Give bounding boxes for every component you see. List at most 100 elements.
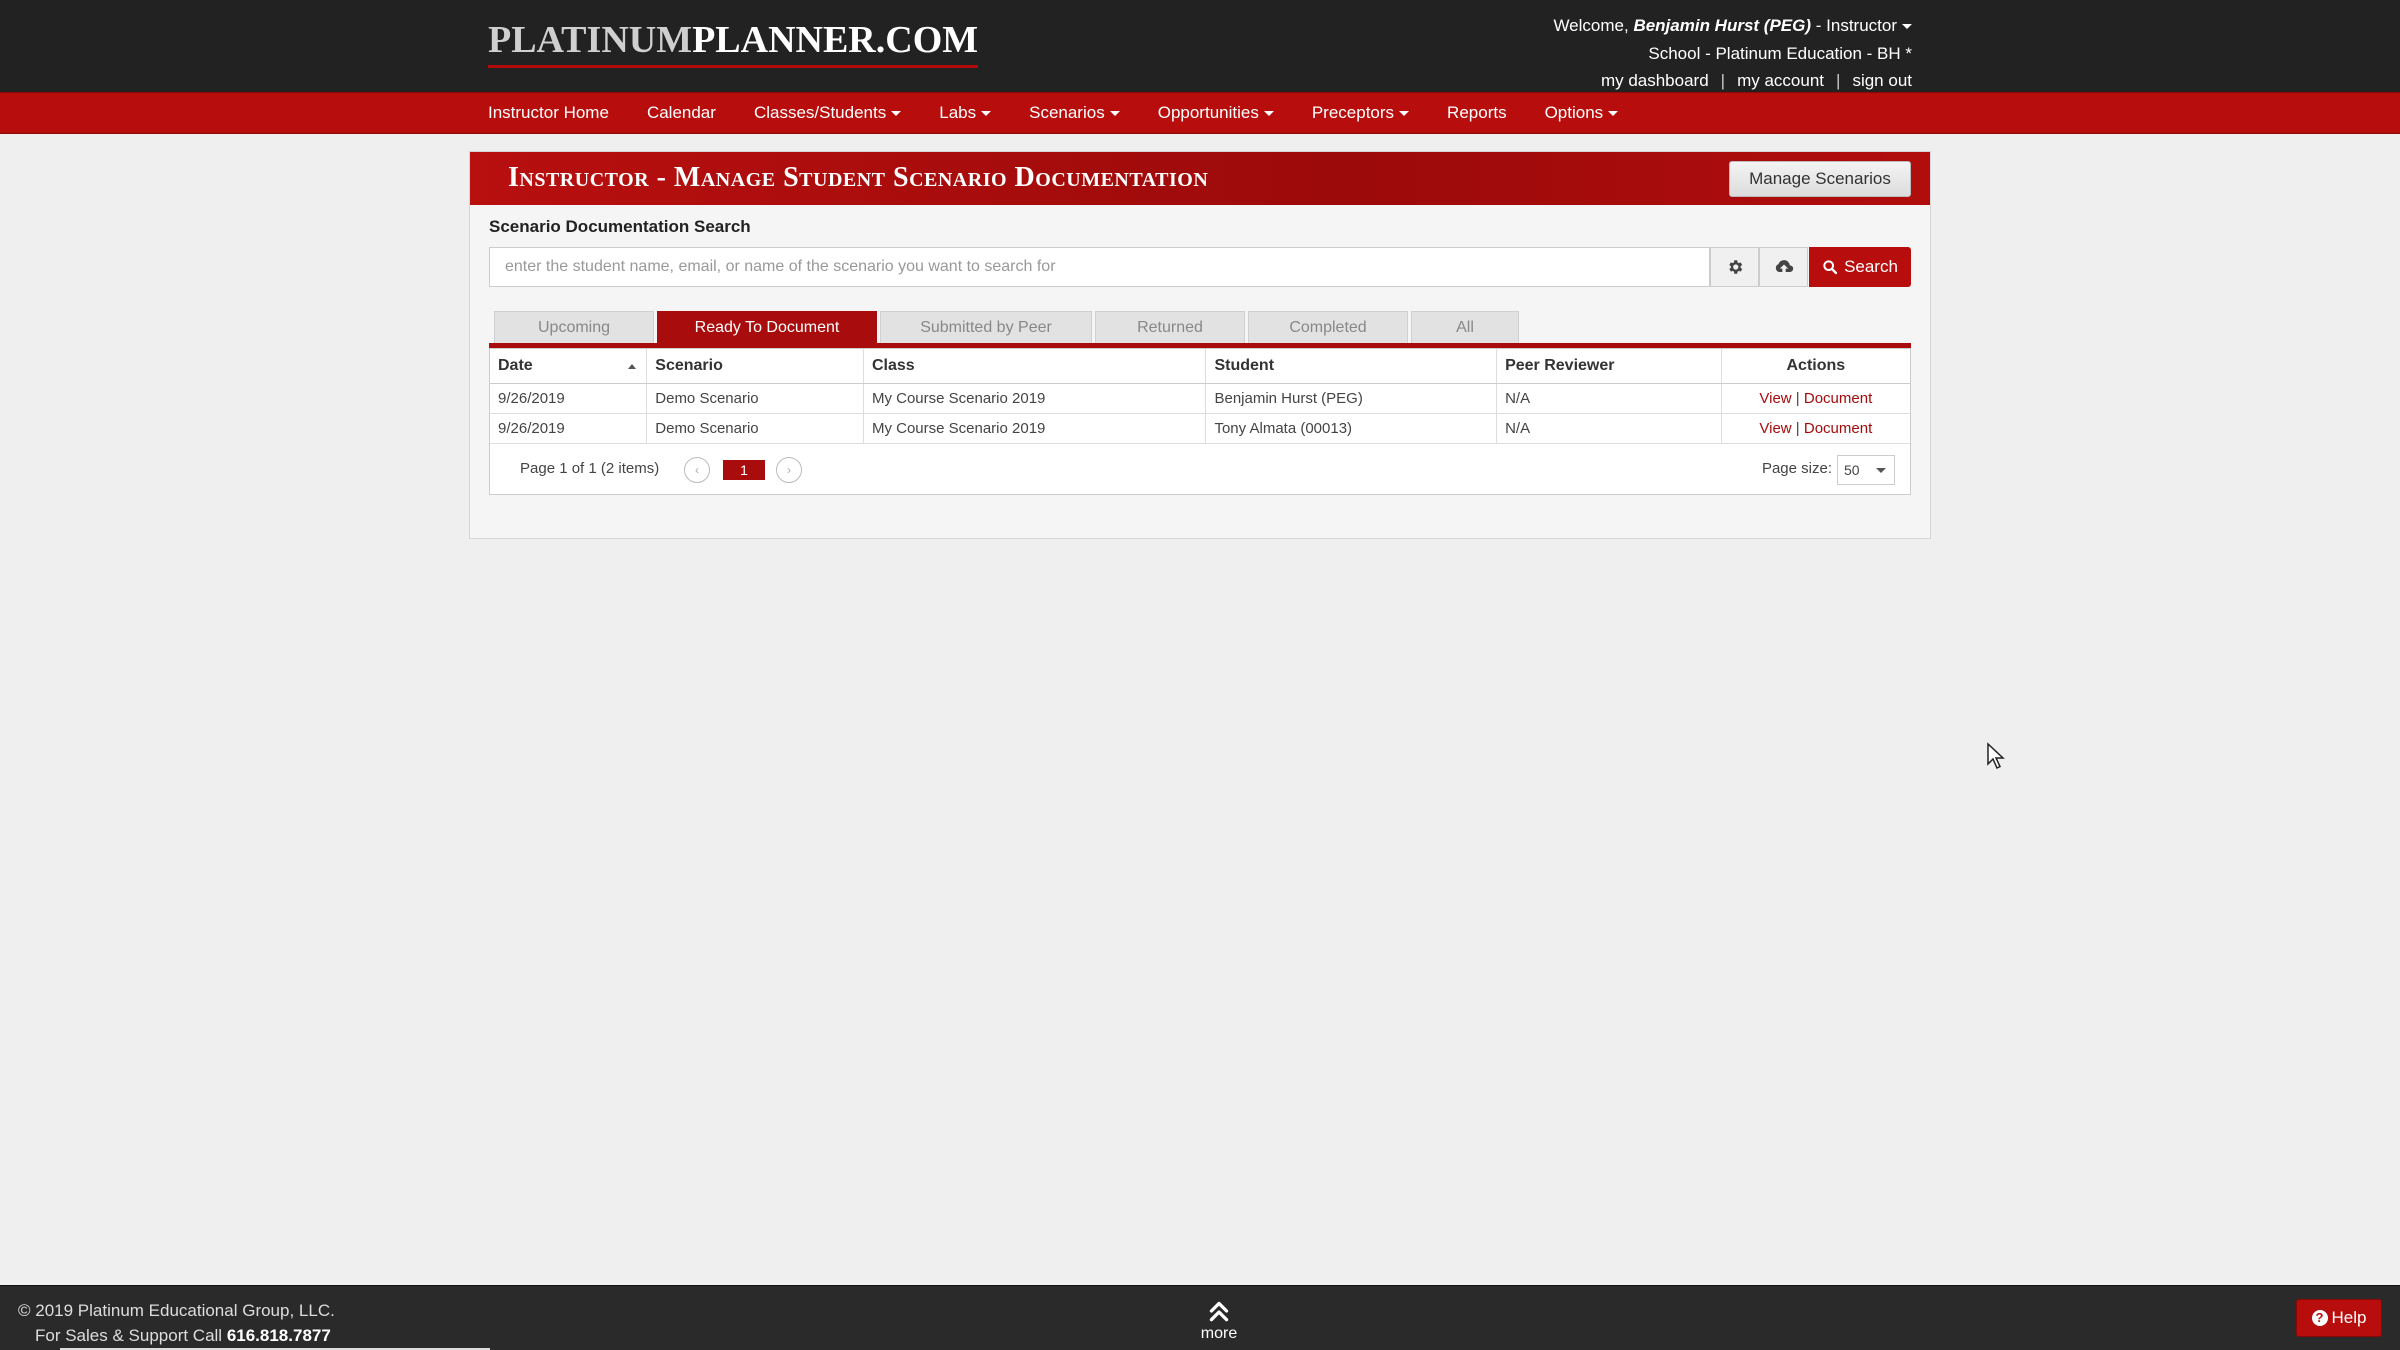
nav-preceptors[interactable]: Preceptors (1293, 93, 1428, 133)
documentation-table: Date Scenario Class Student Peer Reviewe… (490, 349, 1910, 444)
more-label: more (1200, 1325, 1238, 1342)
column-header-date[interactable]: Date (490, 349, 648, 384)
cell-date: 9/26/2019 (490, 413, 648, 444)
current-page-button[interactable]: 1 (723, 460, 765, 480)
logo-text-left: PLATINUM (488, 19, 693, 61)
page-size-label: Page size: (1761, 460, 1832, 477)
footer: © 2019 Platinum Educational Group, LLC. … (0, 1285, 2400, 1350)
cell-actions: View | Document (1721, 383, 1910, 414)
school-name: School - Platinum Education - BH * (1648, 43, 1912, 63)
tab-all[interactable]: All (1411, 311, 1519, 343)
nav-opportunities[interactable]: Opportunities (1139, 93, 1293, 133)
table-row: 9/26/2019 Demo Scenario My Course Scenar… (490, 413, 1910, 444)
view-link[interactable]: View (1759, 390, 1791, 407)
chevron-down-icon (981, 111, 992, 117)
help-label: Help (2331, 1308, 2367, 1327)
pager: Page 1 of 1 (2 items) ‹ 1 › Page size: 5… (490, 445, 1910, 495)
chevron-down-icon (1263, 111, 1274, 117)
main-nav: Instructor Home Calendar Classes/Student… (0, 92, 2400, 134)
search-button-label: Search (1844, 257, 1898, 276)
my-dashboard-link[interactable]: my dashboard (1601, 71, 1709, 90)
top-header: PLATINUMPLANNER.COM Welcome, Benjamin Hu… (0, 0, 2400, 92)
next-page-button[interactable]: › (776, 457, 802, 483)
logo-text-right: PLANNER.COM (692, 19, 979, 61)
nav-classes-students[interactable]: Classes/Students (735, 93, 920, 133)
tab-upcoming[interactable]: Upcoming (494, 311, 654, 343)
nav-instructor-home[interactable]: Instructor Home (469, 93, 628, 133)
sign-out-link[interactable]: sign out (1852, 71, 1912, 90)
action-separator: | (1791, 389, 1804, 407)
column-header-class[interactable]: Class (863, 349, 1207, 384)
document-link[interactable]: Document (1804, 420, 1872, 437)
column-header-scenario[interactable]: Scenario (646, 349, 864, 384)
search-input[interactable]: enter the student name, email, or name o… (489, 247, 1710, 287)
cell-class: My Course Scenario 2019 (863, 383, 1207, 414)
page-size-select[interactable]: 50 (1837, 455, 1895, 485)
question-circle-icon: ? (2311, 1310, 2328, 1326)
settings-button[interactable] (1710, 247, 1759, 287)
chevron-down-icon (891, 111, 902, 117)
user-links: my dashboard | my account | sign out (1553, 67, 1912, 95)
status-tabs: Upcoming Ready To Document Submitted by … (494, 311, 1519, 343)
more-button[interactable]: more (1178, 1298, 1260, 1343)
column-header-peer-reviewer[interactable]: Peer Reviewer (1496, 349, 1722, 384)
nav-labs[interactable]: Labs (920, 93, 1010, 133)
mouse-cursor-icon (1987, 742, 2005, 770)
site-logo[interactable]: PLATINUMPLANNER.COM (488, 18, 979, 68)
chevron-down-icon (1902, 24, 1912, 30)
manage-scenarios-button[interactable]: Manage Scenarios (1729, 161, 1911, 197)
double-chevron-up-icon (1209, 1301, 1229, 1322)
cell-date: 9/26/2019 (490, 383, 648, 414)
chevron-left-icon: ‹ (695, 463, 699, 477)
cell-peer-reviewer: N/A (1496, 383, 1722, 414)
link-separator: | (1836, 71, 1841, 90)
support-line: For Sales & Support Call 616.818.7877 (35, 1326, 331, 1345)
search-label: Scenario Documentation Search (489, 217, 751, 236)
user-name: Benjamin Hurst (PEG) (1633, 16, 1812, 35)
chevron-down-icon (1876, 468, 1886, 473)
nav-options[interactable]: Options (1526, 93, 1638, 133)
cell-student: Benjamin Hurst (PEG) (1205, 383, 1498, 414)
gear-icon (1728, 260, 1742, 274)
view-link[interactable]: View (1759, 420, 1791, 437)
link-separator: | (1720, 71, 1726, 90)
support-phone[interactable]: 616.818.7877 (227, 1326, 331, 1345)
tab-completed[interactable]: Completed (1248, 311, 1408, 343)
welcome-prefix: Welcome, (1553, 16, 1634, 35)
cell-class: My Course Scenario 2019 (863, 413, 1207, 444)
nav-scenarios[interactable]: Scenarios (1010, 93, 1139, 133)
table-header-row: Date Scenario Class Student Peer Reviewe… (490, 349, 1910, 384)
prev-page-button[interactable]: ‹ (684, 457, 710, 483)
column-header-actions: Actions (1721, 349, 1910, 384)
export-button[interactable] (1759, 247, 1808, 287)
cell-peer-reviewer: N/A (1496, 413, 1722, 444)
pager-summary: Page 1 of 1 (2 items) (520, 460, 660, 477)
tab-submitted-by-peer[interactable]: Submitted by Peer (880, 311, 1092, 343)
user-menu[interactable]: Welcome, Benjamin Hurst (PEG) - Instruct… (1553, 12, 1912, 40)
page-title: Instructor - Manage Student Scenario Doc… (508, 162, 1209, 193)
tab-returned[interactable]: Returned (1095, 311, 1245, 343)
my-account-link[interactable]: my account (1737, 71, 1824, 90)
nav-reports[interactable]: Reports (1428, 93, 1526, 133)
footer-copyright: © 2019 Platinum Educational Group, LLC. … (18, 1298, 335, 1348)
help-button[interactable]: ? Help (2296, 1299, 2382, 1337)
chevron-down-icon (1399, 111, 1410, 117)
cloud-upload-icon (1775, 260, 1793, 272)
action-separator: | (1791, 419, 1804, 437)
search-icon (1823, 260, 1838, 275)
chevron-down-icon (1608, 111, 1619, 117)
documentation-grid: Date Scenario Class Student Peer Reviewe… (489, 348, 1911, 495)
tab-ready-to-document[interactable]: Ready To Document (657, 311, 877, 343)
cell-scenario: Demo Scenario (646, 413, 864, 444)
cell-scenario: Demo Scenario (646, 383, 864, 414)
table-row: 9/26/2019 Demo Scenario My Course Scenar… (490, 383, 1910, 414)
cell-student: Tony Almata (00013) (1205, 413, 1498, 444)
panel-header: Instructor - Manage Student Scenario Doc… (470, 152, 1930, 205)
document-link[interactable]: Document (1804, 390, 1872, 407)
column-header-student[interactable]: Student (1205, 349, 1498, 384)
search-button[interactable]: Search (1809, 247, 1911, 287)
nav-calendar[interactable]: Calendar (628, 93, 735, 133)
user-area: Welcome, Benjamin Hurst (PEG) - Instruct… (1553, 12, 1912, 95)
documentation-panel: Instructor - Manage Student Scenario Doc… (469, 151, 1931, 539)
chevron-down-icon (1109, 111, 1120, 117)
